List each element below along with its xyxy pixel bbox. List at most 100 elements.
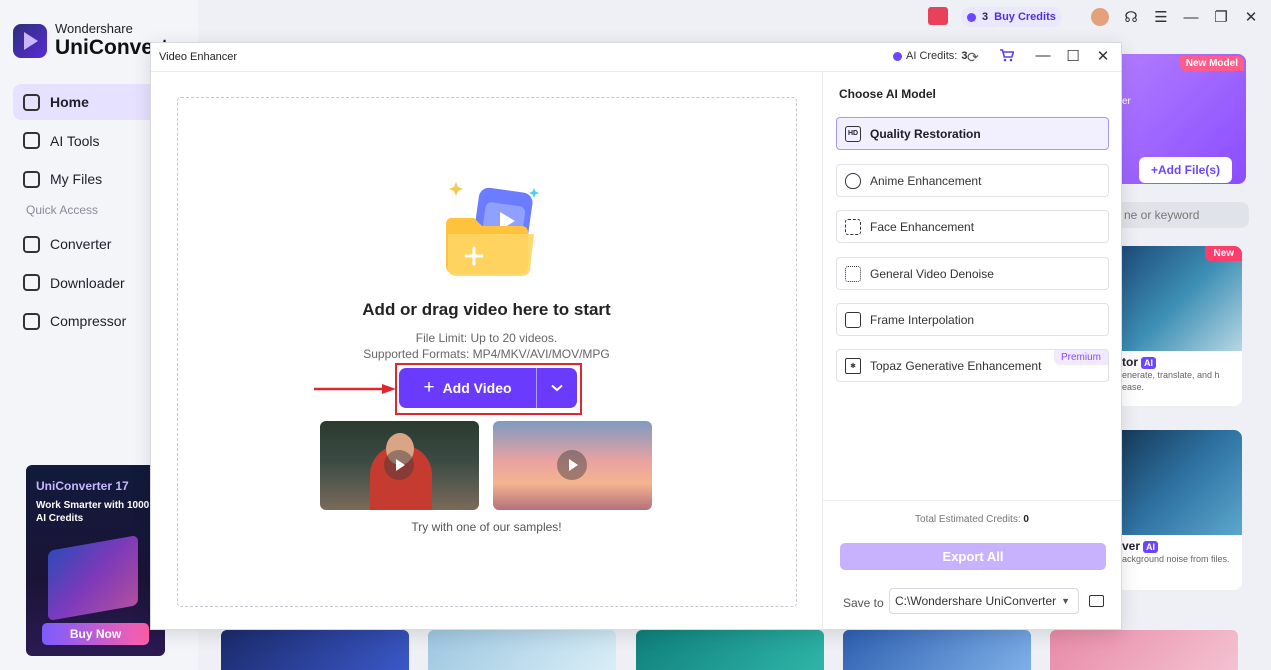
model-label: Quality Restoration	[870, 126, 981, 141]
model-label: Topaz Generative Enhancement	[870, 358, 1042, 373]
add-video-button[interactable]: + Add Video	[399, 368, 537, 408]
credits-pill[interactable]: 3 Buy Credits	[961, 7, 1062, 27]
promo-title: UniConverter 17	[36, 479, 129, 493]
tool-tile-image	[1122, 246, 1242, 351]
sample-video-1[interactable]	[320, 421, 479, 510]
avatar[interactable]	[1091, 8, 1109, 26]
total-estimated-credits: Total Estimated Credits: 0	[823, 514, 1121, 525]
gift-icon[interactable]	[928, 7, 948, 25]
tool-tile-title: tor	[1122, 355, 1138, 369]
buy-credits-link[interactable]: Buy Credits	[994, 11, 1056, 23]
compressor-icon	[23, 312, 40, 330]
sidebar-item-label: Home	[50, 94, 89, 110]
total-credits-value: 0	[1023, 514, 1029, 525]
brand-line1: Wondershare	[55, 21, 133, 36]
search-input[interactable]: ne or keyword	[1122, 202, 1249, 228]
restore-icon[interactable]: ❐	[1213, 9, 1229, 26]
background-feature-panel: New Model er +Add File(s) ne or keyword …	[1122, 40, 1271, 630]
samples-caption: Try with one of our samples!	[411, 520, 562, 534]
video-enhancer-window: Video Enhancer AI Credits: 3 ⟳ — ☐ ✕ Add…	[150, 42, 1122, 630]
tile-thumbnail[interactable]	[843, 630, 1031, 670]
refresh-icon[interactable]: ⟳	[967, 49, 979, 66]
tool-tile[interactable]: ver AI ackground noise from files.	[1122, 430, 1242, 590]
model-label: Frame Interpolation	[870, 312, 975, 327]
video-drop-zone[interactable]: Add or drag video here to start File Lim…	[177, 97, 797, 607]
topaz-icon: ✱	[845, 357, 861, 374]
sample-videos	[320, 421, 652, 510]
files-icon	[23, 170, 40, 188]
app-topbar: 3 Buy Credits ☊ ☰ — ❐ ✕	[198, 0, 1271, 34]
background-tile-row	[198, 630, 1271, 670]
promo-subtitle: Work Smarter with 1000 AI Credits	[36, 500, 150, 524]
model-quality-restoration[interactable]: HD Quality Restoration	[836, 117, 1109, 150]
denoise-icon	[845, 265, 861, 282]
new-model-badge: New Model	[1179, 56, 1244, 71]
minimize-icon[interactable]: —	[1183, 9, 1199, 26]
sidebar-item-label: Downloader	[50, 274, 125, 291]
tile-thumbnail[interactable]	[221, 630, 409, 670]
tool-tile-image	[1122, 430, 1242, 535]
close-icon[interactable]: ✕	[1095, 47, 1111, 65]
minimize-icon[interactable]: —	[1035, 47, 1051, 64]
model-face-enhancement[interactable]: Face Enhancement	[836, 210, 1109, 243]
sidebar-item-label: My Files	[50, 171, 103, 188]
plus-icon: +	[423, 377, 435, 398]
frame-icon	[845, 311, 861, 328]
supported-formats-text: Supported Formats: MP4/MKV/AVI/MOV/MPG	[363, 347, 610, 361]
promo-banner[interactable]: UniConverter 17 Work Smarter with 1000 A…	[26, 465, 165, 656]
divider	[151, 71, 1121, 72]
model-topaz-generative-enhancement[interactable]: ✱ Topaz Generative Enhancement Premium	[836, 349, 1109, 382]
tool-tile-desc: enerate, translate, and h ease.	[1122, 370, 1220, 392]
ai-badge: AI	[1141, 357, 1156, 369]
ai-credits-label: AI Credits:	[906, 50, 958, 62]
tool-tile[interactable]: New tor AI enerate, translate, and h ease…	[1122, 246, 1242, 406]
tile-thumbnail[interactable]	[636, 630, 824, 670]
menu-icon[interactable]: ☰	[1153, 9, 1169, 26]
tool-tile-title: ver	[1122, 539, 1141, 553]
ai-credits: AI Credits: 3	[893, 50, 967, 62]
headset-icon[interactable]: ☊	[1123, 9, 1139, 26]
model-label: Face Enhancement	[870, 219, 975, 234]
file-limit-text: File Limit: Up to 20 videos.	[415, 331, 558, 345]
cart-icon[interactable]	[1000, 49, 1014, 62]
folder-icon[interactable]	[1089, 595, 1104, 607]
sidebar-item-label: AI Tools	[50, 132, 100, 149]
downloader-icon	[23, 274, 40, 292]
credit-coin-icon	[893, 51, 902, 61]
export-all-button[interactable]: Export All	[840, 543, 1106, 570]
credit-coin-icon	[967, 12, 976, 22]
annotation-arrow-icon	[314, 384, 396, 394]
add-video-label: Add Video	[442, 380, 512, 396]
add-files-button[interactable]: +Add File(s)	[1139, 157, 1232, 183]
add-video-folder-icon	[445, 182, 539, 277]
hd-icon: HD	[845, 125, 861, 142]
face-scan-icon	[845, 218, 861, 235]
sample-video-2[interactable]	[493, 421, 652, 510]
ai-tools-icon	[23, 132, 40, 150]
anime-icon	[845, 172, 861, 189]
maximize-icon[interactable]: ☐	[1065, 47, 1081, 65]
tool-tile-desc: ackground noise from files.	[1122, 554, 1230, 564]
divider	[823, 500, 1121, 501]
ai-badge: AI	[1143, 541, 1159, 553]
model-general-video-denoise[interactable]: General Video Denoise	[836, 257, 1109, 290]
tile-thumbnail[interactable]	[1050, 630, 1238, 670]
model-label: Anime Enhancement	[870, 173, 982, 188]
save-to-label: Save to	[843, 596, 884, 610]
model-panel-title: Choose AI Model	[839, 87, 936, 101]
model-frame-interpolation[interactable]: Frame Interpolation	[836, 303, 1109, 336]
model-anime-enhancement[interactable]: Anime Enhancement	[836, 164, 1109, 197]
buy-now-button[interactable]: Buy Now	[42, 623, 149, 645]
feature-card[interactable]: New Model er +Add File(s)	[1122, 54, 1246, 184]
save-path-select[interactable]: C:\Wondershare UniConverter ▼	[889, 588, 1079, 614]
sidebar-item-label: Compressor	[50, 313, 127, 330]
promo-artwork	[48, 535, 138, 621]
add-video-dropdown-button[interactable]	[537, 368, 577, 408]
close-icon[interactable]: ✕	[1243, 9, 1259, 26]
save-path-value: C:\Wondershare UniConverter	[895, 594, 1057, 608]
tile-thumbnail[interactable]	[428, 630, 616, 670]
home-icon	[23, 93, 40, 111]
window-title: Video Enhancer	[159, 51, 238, 63]
credits-count: 3	[982, 11, 989, 23]
premium-badge: Premium	[1053, 350, 1108, 365]
